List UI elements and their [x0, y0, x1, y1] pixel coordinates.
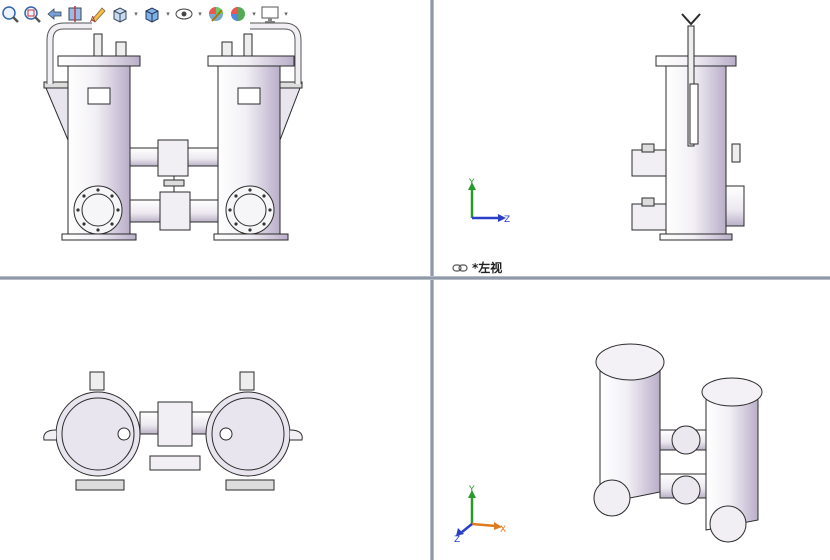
hide-show-items-icon [175, 8, 193, 20]
heads-up-view-toolbar: A ▾ ▾ ▾ ▾ ▾ [0, 2, 290, 26]
chevron-down-icon[interactable]: ▾ [164, 3, 172, 25]
previous-view-button[interactable] [44, 3, 64, 25]
section-view-icon [68, 6, 82, 22]
apply-scene-button[interactable] [228, 3, 248, 25]
view-orientation-button[interactable] [110, 3, 130, 25]
view-settings-button[interactable] [260, 3, 280, 25]
axis-z-label-iso: Z [454, 535, 460, 545]
zoom-to-fit-icon [2, 6, 19, 23]
hide-show-items-button[interactable] [174, 3, 194, 25]
view-name-label[interactable]: *左视 [452, 259, 502, 276]
view-orientation-icon [113, 7, 127, 23]
view-name-text: *左视 [472, 261, 503, 275]
dynamic-annotation-icon: A [90, 7, 106, 24]
axis-z-label: Z [504, 215, 510, 225]
chevron-down-icon[interactable]: ▾ [282, 3, 290, 25]
viewport-isometric[interactable]: Y X Z [434, 280, 830, 560]
chevron-down-icon[interactable]: ▾ [132, 3, 140, 25]
axis-y-label: Y [468, 178, 475, 188]
viewport-left[interactable]: Y Z *左视 [434, 0, 830, 276]
dynamic-annotation-button[interactable]: A [88, 3, 108, 25]
previous-view-icon [47, 8, 62, 20]
apply-scene-icon [231, 7, 245, 21]
zoom-to-area-button[interactable] [22, 3, 42, 25]
svg-text:A: A [90, 15, 96, 24]
front-view-model[interactable] [0, 0, 430, 276]
viewport-front[interactable]: A ▾ ▾ ▾ ▾ ▾ [0, 0, 430, 276]
display-style-icon [145, 7, 159, 23]
link-chain-icon[interactable] [452, 263, 468, 273]
section-view-button[interactable] [66, 3, 86, 25]
edit-appearance-button[interactable] [206, 3, 226, 25]
viewport-top[interactable] [0, 280, 430, 560]
zoom-to-fit-button[interactable] [0, 3, 20, 25]
axis-x-label-iso: X [500, 525, 506, 535]
chevron-down-icon[interactable]: ▾ [196, 3, 204, 25]
coordinate-triad-left: Y Z [468, 178, 510, 225]
zoom-to-area-icon [24, 6, 41, 23]
edit-appearance-icon [209, 7, 223, 22]
axis-y-label-iso: Y [468, 485, 475, 495]
coordinate-triad-iso: Y X Z [454, 485, 506, 545]
view-settings-icon [261, 6, 279, 23]
top-view-model[interactable] [0, 280, 430, 560]
display-style-button[interactable] [142, 3, 162, 25]
chevron-down-icon[interactable]: ▾ [250, 3, 258, 25]
